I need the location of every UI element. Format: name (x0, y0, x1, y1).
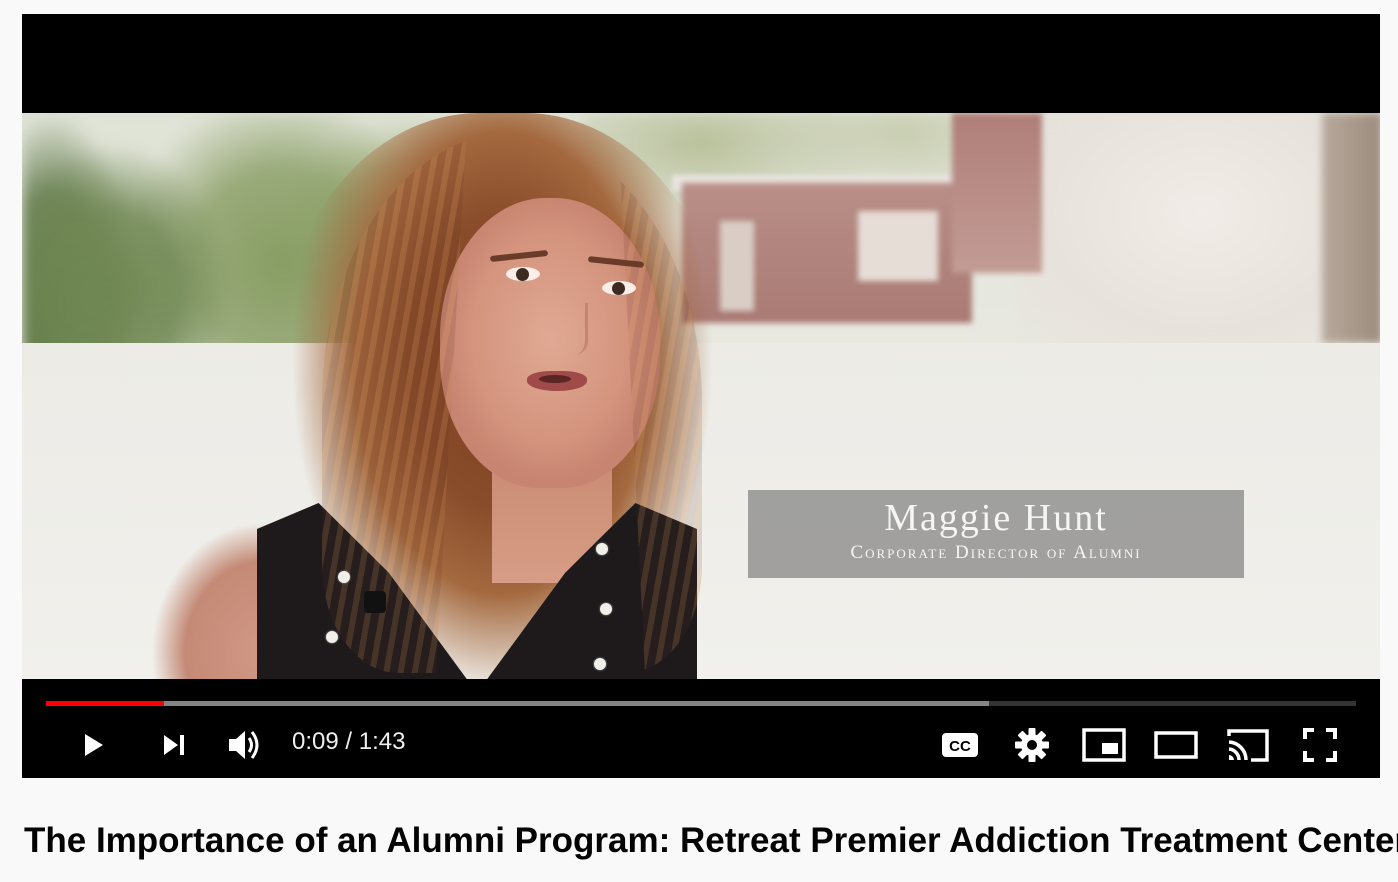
speaker-mouth (527, 371, 587, 391)
necklace-pearl (326, 631, 338, 643)
fullscreen-icon (1303, 728, 1337, 762)
theater-mode-button[interactable] (1152, 721, 1200, 769)
progress-bar[interactable] (46, 701, 1356, 706)
duration: 1:43 (358, 728, 406, 755)
speaker-eye (506, 267, 540, 281)
next-icon (164, 735, 184, 755)
background-tower (952, 113, 1042, 273)
gear-icon (1015, 728, 1049, 762)
building-door (720, 221, 754, 311)
progress-buffered (46, 701, 990, 706)
lapel-microphone (364, 591, 386, 613)
building-door (858, 211, 938, 281)
necklace-pearl (600, 603, 612, 615)
play-icon (85, 734, 103, 756)
theater-icon (1154, 731, 1198, 759)
necklace-pearl (596, 543, 608, 555)
time-separator: / (345, 728, 353, 755)
progress-played (46, 701, 164, 706)
letterbox-top (22, 14, 1380, 113)
fullscreen-button[interactable] (1296, 721, 1344, 769)
miniplayer-icon (1082, 728, 1126, 762)
speaker-nose (558, 303, 588, 355)
miniplayer-button[interactable] (1080, 721, 1128, 769)
necklace-pearl (594, 658, 606, 670)
svg-text:CC: CC (949, 738, 971, 755)
background-tree-trunk (1322, 113, 1380, 343)
player-controls: 0:09 / 1:43 CC (22, 679, 1380, 778)
cast-button[interactable] (1224, 721, 1272, 769)
cast-icon (1227, 729, 1269, 762)
speaker-eye (602, 281, 636, 295)
current-time: 0:09 (292, 728, 339, 755)
necklace-pearl (338, 571, 350, 583)
video-frame[interactable]: Maggie Hunt Corporate Director of Alumni (22, 113, 1380, 679)
lower-third-caption: Maggie Hunt Corporate Director of Alumni (748, 490, 1244, 578)
volume-icon (229, 731, 259, 759)
speaker-role: Corporate Director of Alumni (850, 542, 1142, 563)
speaker-name: Maggie Hunt (884, 497, 1108, 539)
volume-button[interactable] (220, 721, 268, 769)
time-display: 0:09 / 1:43 (292, 727, 405, 757)
next-button[interactable] (150, 721, 198, 769)
video-title: The Importance of an Alumni Program: Ret… (24, 821, 1398, 860)
settings-button[interactable] (1008, 721, 1056, 769)
play-button[interactable] (68, 721, 116, 769)
cc-icon: CC (942, 733, 978, 757)
video-player[interactable]: Maggie Hunt Corporate Director of Alumni (22, 14, 1380, 778)
captions-button[interactable]: CC (936, 721, 984, 769)
